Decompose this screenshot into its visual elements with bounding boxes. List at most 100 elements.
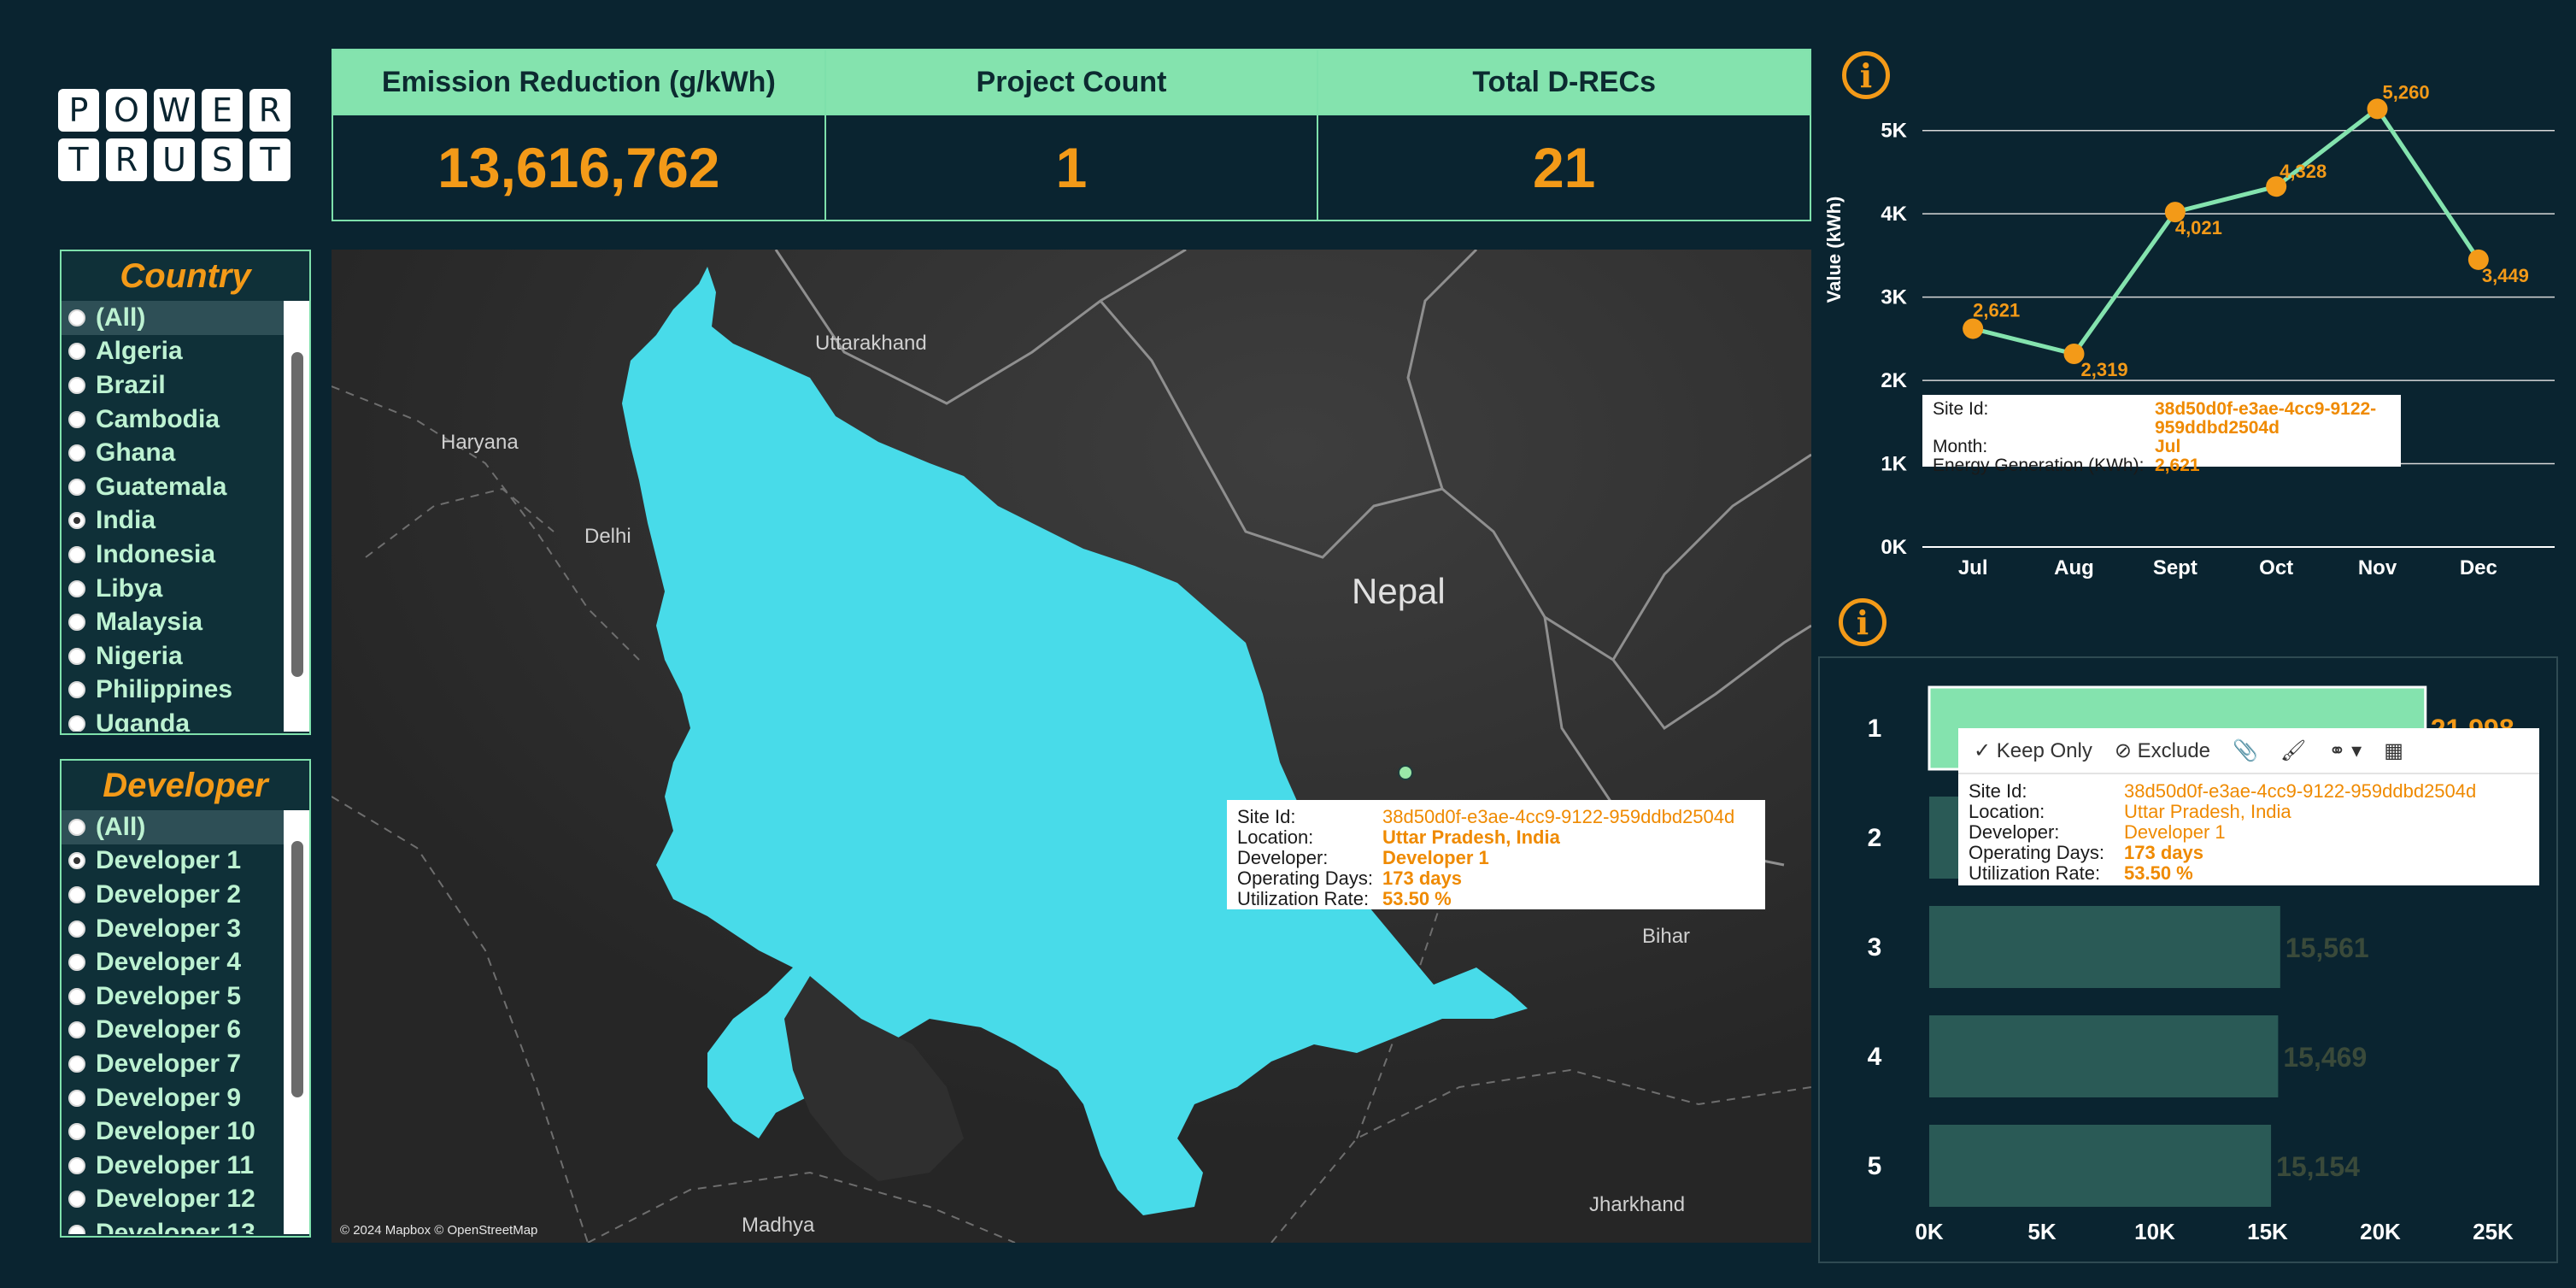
x-tick-label: Sept	[2153, 556, 2198, 579]
developer-option[interactable]: Developer 9	[62, 1081, 309, 1115]
radio-button[interactable]	[68, 1123, 85, 1141]
logo-letter: R	[106, 138, 147, 181]
tooltip-key: Site Id:	[1933, 399, 1989, 419]
tooltip-row: Operating Days: 173 days	[1969, 843, 2529, 863]
country-option[interactable]: (All)	[62, 301, 309, 335]
developer-option[interactable]: Developer 3	[62, 912, 309, 946]
radio-button[interactable]	[68, 681, 85, 699]
radio-button[interactable]	[68, 715, 85, 732]
developer-option-label: Developer 11	[96, 1150, 255, 1179]
radio-button[interactable]	[68, 1055, 85, 1073]
country-option[interactable]: Indonesia	[62, 538, 309, 572]
radio-button[interactable]	[68, 376, 85, 394]
kpi-project-count[interactable]: Project Count 1	[824, 49, 1317, 221]
radio-button[interactable]	[68, 987, 85, 1005]
country-option-label: Nigeria	[96, 641, 183, 670]
exclude-button[interactable]: ⊘ Exclude	[2115, 738, 2210, 763]
developer-option[interactable]: (All)	[62, 810, 309, 844]
radio-button[interactable]	[68, 1021, 85, 1039]
info-icon[interactable]: i	[1839, 598, 1887, 646]
radio-button[interactable]	[68, 309, 85, 326]
bar	[1929, 1015, 2279, 1097]
radio-button[interactable]	[68, 954, 85, 972]
radio-button[interactable]	[68, 1224, 85, 1234]
country-option[interactable]: Uganda	[62, 707, 309, 732]
group-members-icon[interactable]: ⚭ ▾	[2328, 738, 2362, 763]
country-list[interactable]: (All) Algeria Brazil Cambodia Ghana Guatemala…	[62, 301, 309, 732]
country-option[interactable]: Malaysia	[62, 605, 309, 639]
radio-button[interactable]	[68, 343, 85, 361]
paperclip-icon[interactable]: 📎	[2233, 738, 2258, 763]
tooltip-key: Developer:	[1237, 847, 1329, 868]
developer-option[interactable]: Developer 2	[62, 878, 309, 912]
keep-only-button[interactable]: ✓ Keep Only	[1974, 738, 2092, 763]
map-canvas[interactable]	[332, 250, 1811, 1243]
site-marker[interactable]	[1398, 765, 1413, 780]
scrollbar[interactable]	[284, 301, 309, 732]
country-option[interactable]: Guatemala	[62, 470, 309, 504]
developer-option[interactable]: Developer 12	[62, 1183, 309, 1217]
developer-option[interactable]: Developer 4	[62, 945, 309, 979]
x-tick-label: 0K	[1915, 1219, 1943, 1244]
developer-option[interactable]: Developer 1	[62, 844, 309, 879]
scroll-thumb[interactable]	[291, 841, 303, 1097]
scroll-thumb[interactable]	[291, 352, 303, 677]
kpi-total-drecs[interactable]: Total D-RECs 21	[1317, 49, 1812, 221]
map-label-uttarakhand: Uttarakhand	[815, 332, 927, 355]
radio-button[interactable]	[68, 545, 85, 563]
country-option[interactable]: India	[62, 504, 309, 538]
radio-button[interactable]	[68, 1089, 85, 1107]
developer-option-label: Developer 2	[96, 879, 242, 909]
radio-button[interactable]	[68, 852, 85, 870]
logo-letter: O	[106, 89, 147, 132]
country-option[interactable]: Cambodia	[62, 403, 309, 437]
tooltip-value: 38d50d0f-e3ae-4cc9-9122-959ddbd2504d	[1382, 806, 1735, 827]
developer-list[interactable]: (All) Developer 1 Developer 2 Developer 3 De…	[62, 810, 309, 1234]
radio-button[interactable]	[68, 920, 85, 938]
country-option[interactable]: Philippines	[62, 673, 309, 708]
radio-button[interactable]	[68, 885, 85, 903]
country-filter: Country (All) Algeria Brazil Cambodia Ghana G…	[60, 250, 311, 735]
developer-option[interactable]: Developer 7	[62, 1047, 309, 1081]
country-option[interactable]: Nigeria	[62, 639, 309, 673]
map-view[interactable]: Uttarakhand Haryana Delhi Nepal Bihar Ma…	[332, 250, 1811, 1243]
country-option[interactable]: Brazil	[62, 368, 309, 403]
developer-option-label: Developer 6	[96, 1015, 242, 1044]
radio-button[interactable]	[68, 444, 85, 462]
radio-button[interactable]	[68, 579, 85, 597]
line-chart-svg[interactable]: 0K 1K 2K 3K 4K 5K Value (kWh) Jul Aug Sept Oct Nov D…	[1820, 68, 2563, 581]
country-option[interactable]: Algeria	[62, 335, 309, 369]
bar-value-label: 15,561	[2286, 932, 2369, 963]
developer-option[interactable]: Developer 6	[62, 1014, 309, 1048]
developer-option[interactable]: Developer 13	[62, 1216, 309, 1234]
radio-button[interactable]	[68, 410, 85, 428]
country-option[interactable]: Libya	[62, 572, 309, 606]
x-tick-label: 15K	[2247, 1219, 2288, 1244]
energy-line-chart[interactable]: 0K 1K 2K 3K 4K 5K Value (kWh) Jul Aug Sept Oct Nov D…	[1820, 68, 2563, 581]
developer-option[interactable]: Developer 10	[62, 1115, 309, 1149]
developer-option-label: Developer 10	[96, 1117, 255, 1146]
country-option-label: Philippines	[96, 675, 233, 704]
developer-option[interactable]: Developer 11	[62, 1149, 309, 1183]
view-data-icon[interactable]: ▦	[2384, 738, 2403, 763]
radio-button[interactable]	[68, 478, 85, 496]
scrollbar[interactable]	[284, 810, 309, 1234]
developer-option[interactable]: Developer 5	[62, 979, 309, 1014]
map-attribution[interactable]: © 2024 Mapbox © OpenStreetMap	[340, 1223, 537, 1238]
radio-button[interactable]	[68, 1191, 85, 1209]
map-tooltip: Site Id: 38d50d0f-e3ae-4cc9-9122-959ddbd2…	[1227, 800, 1765, 909]
country-option-label: Guatemala	[96, 472, 227, 501]
radio-button[interactable]	[68, 818, 85, 836]
kpi-emission-reduction[interactable]: Emission Reduction (g/kWh) 13,616,762	[332, 49, 824, 221]
radio-button[interactable]	[68, 647, 85, 665]
format-paint-icon[interactable]: 🖌	[2280, 738, 2306, 763]
country-option[interactable]: Ghana	[62, 436, 309, 470]
bar-value-label: 15,469	[2283, 1042, 2367, 1073]
radio-button[interactable]	[68, 1156, 85, 1174]
top-sites-bar-chart[interactable]: 121,9982315,561415,469515,1540K5K10K15K2…	[1818, 656, 2558, 1263]
data-point	[1963, 318, 1984, 339]
tooltip-value: Developer 1	[1382, 847, 1489, 868]
radio-button[interactable]	[68, 512, 85, 530]
logo-letter: T	[249, 138, 290, 181]
radio-button[interactable]	[68, 614, 85, 632]
